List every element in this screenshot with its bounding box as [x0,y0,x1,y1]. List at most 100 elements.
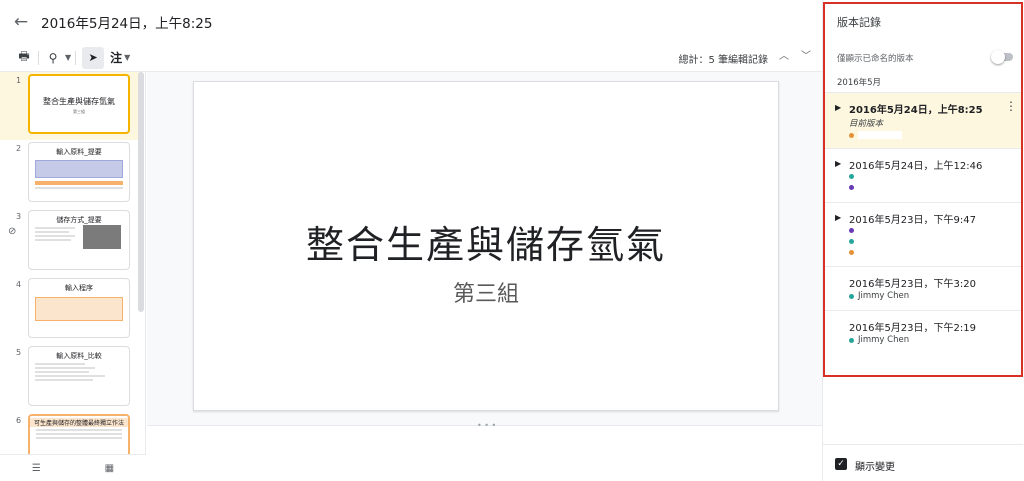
slide-number: 1 [16,76,22,85]
editor-row [849,185,858,190]
annotate-button[interactable]: 注 [110,49,122,66]
thumbnail: 輸入程序 [28,278,130,338]
named-versions-label: 僅顯示已命名的版本 [837,54,914,64]
named-versions-toggle[interactable] [991,50,1013,64]
thumbnail-title: 輸入程序 [65,284,93,292]
editor-color-dot [849,293,854,299]
version-date: 2016年5月23日，下午9:47 [849,215,976,226]
thumbnail-line [35,235,75,237]
editor-row [849,174,858,179]
editor-row [849,239,858,244]
thumbnail-title: 輸入原料_提要 [56,148,102,156]
slide-number: 2 [16,144,22,153]
slide-filmstrip[interactable]: 1 整合生產與儲存氫氣 第三組 2 輸入原料_提要 3 儲存方式_提要 ⊘ 4 … [0,72,146,454]
slide-thumbnail-4[interactable]: 4 輸入程序 [0,276,140,344]
slide-thumbnail-5[interactable]: 5 輸入原料_比較 [0,344,140,412]
thumbnail-line [35,379,93,381]
zoom-icon[interactable]: ⚲ [43,48,63,68]
thumbnail-bar [35,181,123,185]
thumbnail-line [35,367,95,369]
chevron-down-icon[interactable]: ﹀ [798,49,814,65]
thumbnail-line [35,239,71,241]
thumbnail-line [35,187,123,189]
filmstrip-footer: ☰ ▦ [0,454,146,481]
thumbnail-line [35,375,105,377]
editor-row [849,228,858,233]
version-entry[interactable]: 2016年5月23日，下午2:19 Jimmy Chen [823,311,1023,353]
thumbnail-line [35,227,75,229]
printer-icon[interactable]: 🖶 [14,48,34,68]
thumbnail-line [36,437,122,439]
toggle-knob [991,50,1005,64]
thumbnail: 可生產與儲存的整體最終獨立作法 [28,414,130,454]
show-changes-label[interactable]: 顯示變更 [855,458,895,473]
speaker-notes[interactable] [147,426,822,481]
editor-name: Jimmy Chen [858,335,910,345]
slide-thumbnail-1[interactable]: 1 整合生產與儲存氫氣 第三組 [0,72,140,140]
version-date: 2016年5月24日，上午8:25 [849,105,983,116]
thumbnail: 儲存方式_提要 [28,210,130,270]
slide-subtitle: 第三組 [452,282,519,307]
thumbnail-title: 儲存方式_提要 [56,216,102,224]
chevron-down-icon[interactable]: ▼ [124,53,130,62]
editor-color-dot [849,132,854,138]
toolbar: 🖶 ⚲ ▼ ➤ 注 ▼ 總計：5 筆編輯記錄 ︿ ﹀ [0,44,822,72]
editor-name-redacted [858,131,902,139]
slide-number: 3 [16,212,22,221]
slide-number: 5 [16,348,22,357]
editor-color-dot [849,250,854,255]
slide-number: 6 [16,416,22,425]
thumbnail-title: 可生產與儲存的整體最終獨立作法 [30,418,128,427]
arrow-left-icon[interactable]: ← [11,12,31,32]
version-entry-current[interactable]: ▶ 2016年5月24日，上午8:25 目前版本 ⋮ [823,93,1023,149]
slide-title: 整合生產與儲存氫氣 [305,223,666,267]
slide-thumbnail-3[interactable]: 3 儲存方式_提要 [0,208,140,276]
version-entry[interactable]: 2016年5月23日，下午3:20 Jimmy Chen [823,267,1023,311]
expand-arrow-icon[interactable]: ▶ [835,213,841,222]
editor-color-dot [849,337,854,343]
grid-view-icon[interactable]: ▦ [105,463,114,474]
thumbnail-table [35,160,123,178]
current-slide[interactable]: 整合生產與儲存氫氣 第三組 [193,81,779,411]
thumbnail-subtitle: 第三組 [73,109,85,114]
version-entry[interactable]: ▶ 2016年5月23日，下午9:47 [823,203,1023,267]
thumbnail: 輸入原料_提要 [28,142,130,202]
panel-footer: ✓ 顯示變更 [823,444,1023,481]
editor-color-dot [849,174,854,179]
more-options-icon[interactable]: ⋮ [1005,99,1017,113]
chevron-up-icon[interactable]: ︿ [776,49,792,65]
version-entry[interactable]: ▶ 2016年5月24日，上午12:46 [823,149,1023,203]
cursor-icon[interactable]: ➤ [82,46,105,69]
comment-icon[interactable]: ⊘ [8,226,16,237]
editor-color-dot [849,228,854,233]
editor-color-dot [849,185,854,190]
thumbnail: 輸入原料_比較 [28,346,130,406]
list-view-icon[interactable]: ☰ [32,463,41,474]
editor-row: Jimmy Chen [849,335,909,345]
slide-number: 4 [16,280,22,289]
editor-color-dot [849,239,854,244]
version-title: 2016年5月24日，上午8:25 [41,16,213,32]
thumbnail-image [83,225,121,249]
version-date: 2016年5月23日，下午3:20 [849,279,976,290]
toolbar-divider [75,50,77,65]
editor-row [849,131,902,139]
thumbnail-line [35,363,85,365]
month-header: 2016年5月 [837,78,882,88]
thumbnail-title: 整合生產與儲存氫氣 [43,97,115,106]
chevron-down-icon[interactable]: ▼ [65,53,71,62]
expand-arrow-icon[interactable]: ▶ [835,103,841,112]
slide-thumbnail-6[interactable]: 6 可生產與儲存的整體最終獨立作法 [0,412,140,454]
editor-row [849,250,858,255]
slide-thumbnail-2[interactable]: 2 輸入原料_提要 [0,140,140,208]
expand-arrow-icon[interactable]: ▶ [835,159,841,168]
thumbnail-line [35,371,89,373]
editor-row: Jimmy Chen [849,291,909,301]
thumbnail-line [36,429,122,431]
toolbar-divider [38,50,39,65]
version-history-panel: 版本記錄 僅顯示已命名的版本 2016年5月 ▶ 2016年5月24日，上午8:… [822,0,1024,481]
panel-title: 版本記錄 [837,16,881,29]
show-changes-checkbox[interactable]: ✓ [835,458,847,470]
editor-name: Jimmy Chen [858,291,910,301]
filmstrip-scrollbar[interactable] [138,72,144,312]
